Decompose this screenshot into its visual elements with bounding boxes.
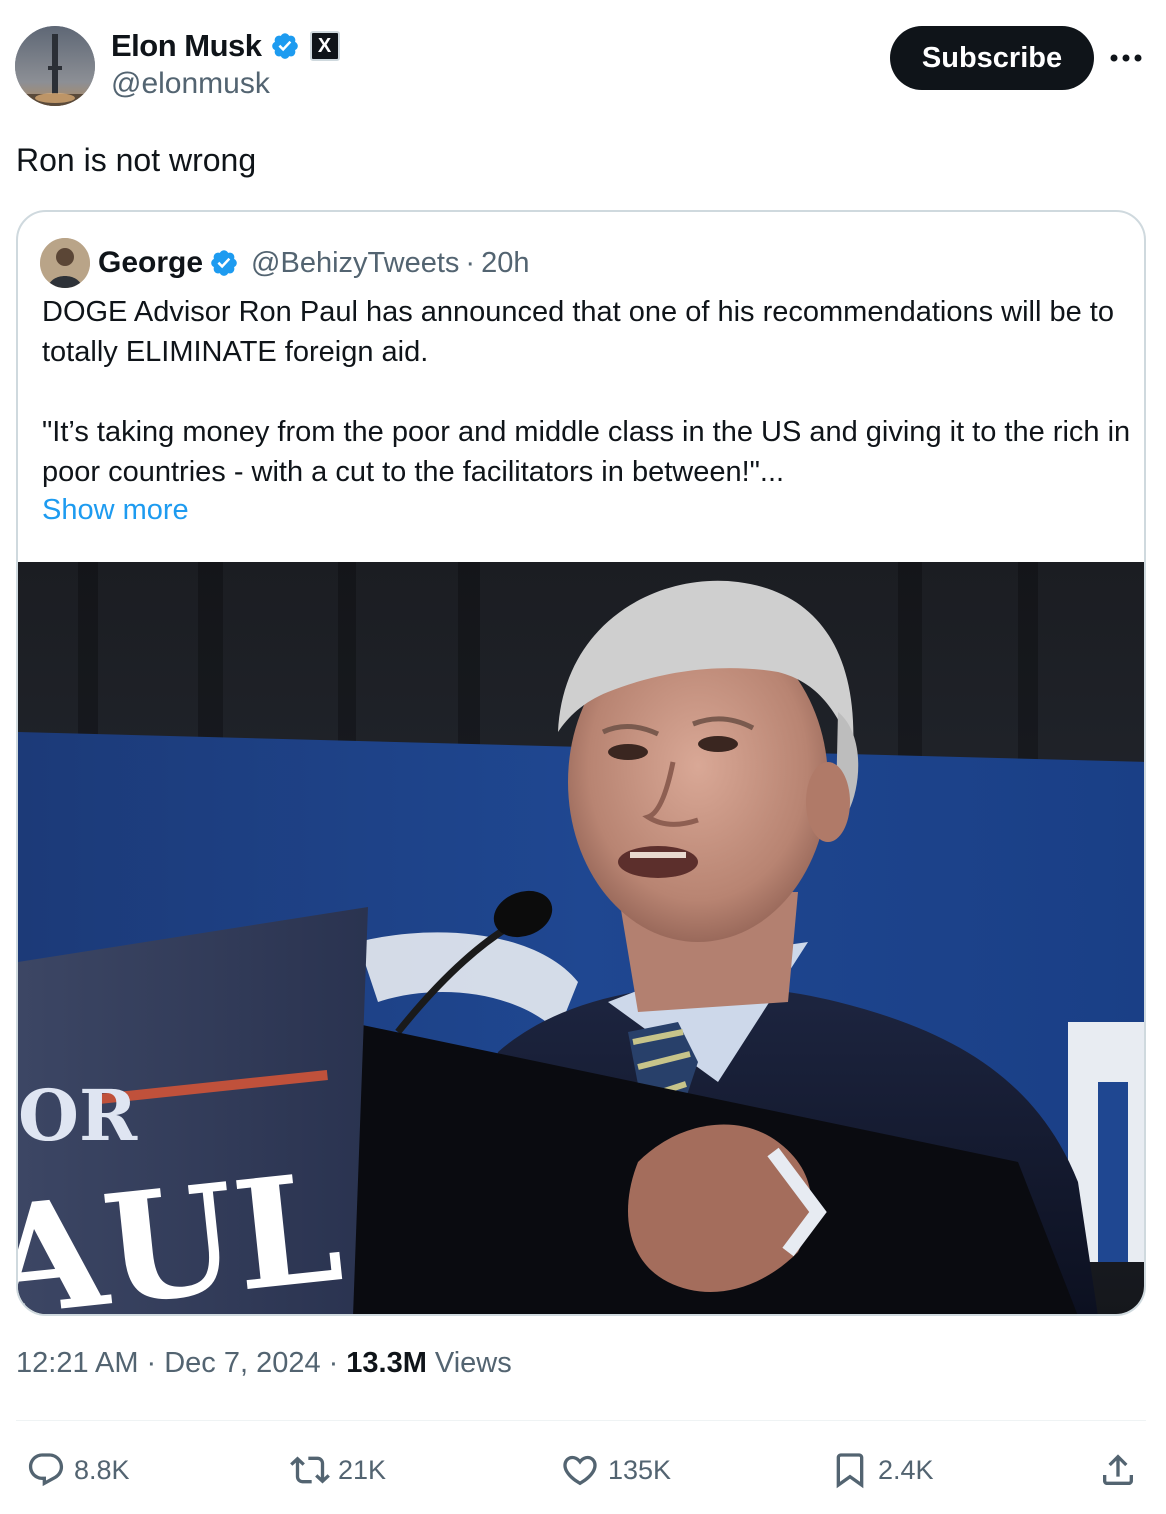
views-label: Views: [434, 1347, 512, 1379]
like-icon: [563, 1455, 597, 1486]
show-more-link[interactable]: Show more: [42, 494, 189, 527]
subscribe-button[interactable]: Subscribe: [890, 26, 1094, 90]
quoted-avatar-image: [40, 238, 90, 288]
quoted-avatar: [40, 238, 90, 288]
quoted-photo[interactable]: OR AUL: [18, 562, 1146, 1316]
author-name[interactable]: Elon Musk: [111, 28, 262, 64]
x-logo-icon: X: [309, 31, 340, 61]
verified-icon: [271, 33, 298, 59]
more-button[interactable]: [1106, 40, 1146, 76]
tweet-date[interactable]: Dec 7, 2024: [164, 1347, 320, 1380]
bookmark-count: 2.4K: [878, 1454, 934, 1485]
like-count: 135K: [608, 1454, 672, 1485]
reply-icon: [28, 1453, 64, 1487]
quoted-paragraph-2: "It’s taking money from the poor and mid…: [42, 416, 1131, 488]
meta-separator: ·: [146, 1347, 157, 1379]
meta-separator: ·: [328, 1347, 339, 1379]
author-handle[interactable]: @elonmusk: [111, 67, 270, 101]
divider: [16, 1420, 1146, 1421]
tweet-meta: 12:21 AM · Dec 7, 2024 · 13.3M Views: [16, 1347, 512, 1380]
quoted-author-handle: @BehizyTweets: [251, 246, 460, 279]
photo-sign-text-1: OR: [18, 1074, 138, 1157]
verified-icon: [211, 250, 237, 276]
quoted-author-name: George: [98, 246, 204, 279]
bookmark-button[interactable]: 2.4K: [830, 1448, 934, 1492]
quoted-separator: ·: [465, 246, 476, 279]
quoted-tweet-card[interactable]: George @BehizyTweets · 20h DOGE Advisor …: [16, 210, 1146, 1316]
avatar[interactable]: [15, 26, 95, 106]
bookmark-icon: [836, 1453, 864, 1489]
reply-count: 8.8K: [74, 1454, 130, 1485]
like-button[interactable]: 135K: [560, 1448, 671, 1492]
quoted-tweet-body: DOGE Advisor Ron Paul has announced that…: [42, 292, 1132, 492]
author-name-row: Elon Musk X: [111, 26, 340, 66]
repost-icon: [290, 1456, 330, 1484]
views-count: 13.3M: [346, 1347, 427, 1379]
action-bar: 8.8K 21K 135K 2.4K: [0, 1440, 1166, 1500]
tweet-text: Ron is not wrong: [16, 142, 257, 178]
quoted-paragraph-1: DOGE Advisor Ron Paul has announced that…: [42, 296, 1114, 368]
share-button[interactable]: [1098, 1448, 1138, 1492]
more-icon: [1110, 54, 1142, 62]
share-icon: [1103, 1454, 1133, 1485]
reply-button[interactable]: 8.8K: [26, 1448, 130, 1492]
tweet-header: Elon Musk X @elonmusk Subscribe: [0, 0, 1166, 120]
quoted-tweet-header: George @BehizyTweets · 20h: [40, 238, 529, 288]
repost-button[interactable]: 21K: [290, 1448, 386, 1492]
quoted-timestamp: 20h: [481, 246, 530, 279]
avatar-image: [15, 26, 95, 106]
repost-count: 21K: [338, 1454, 387, 1485]
tweet-time[interactable]: 12:21 AM: [16, 1347, 139, 1380]
